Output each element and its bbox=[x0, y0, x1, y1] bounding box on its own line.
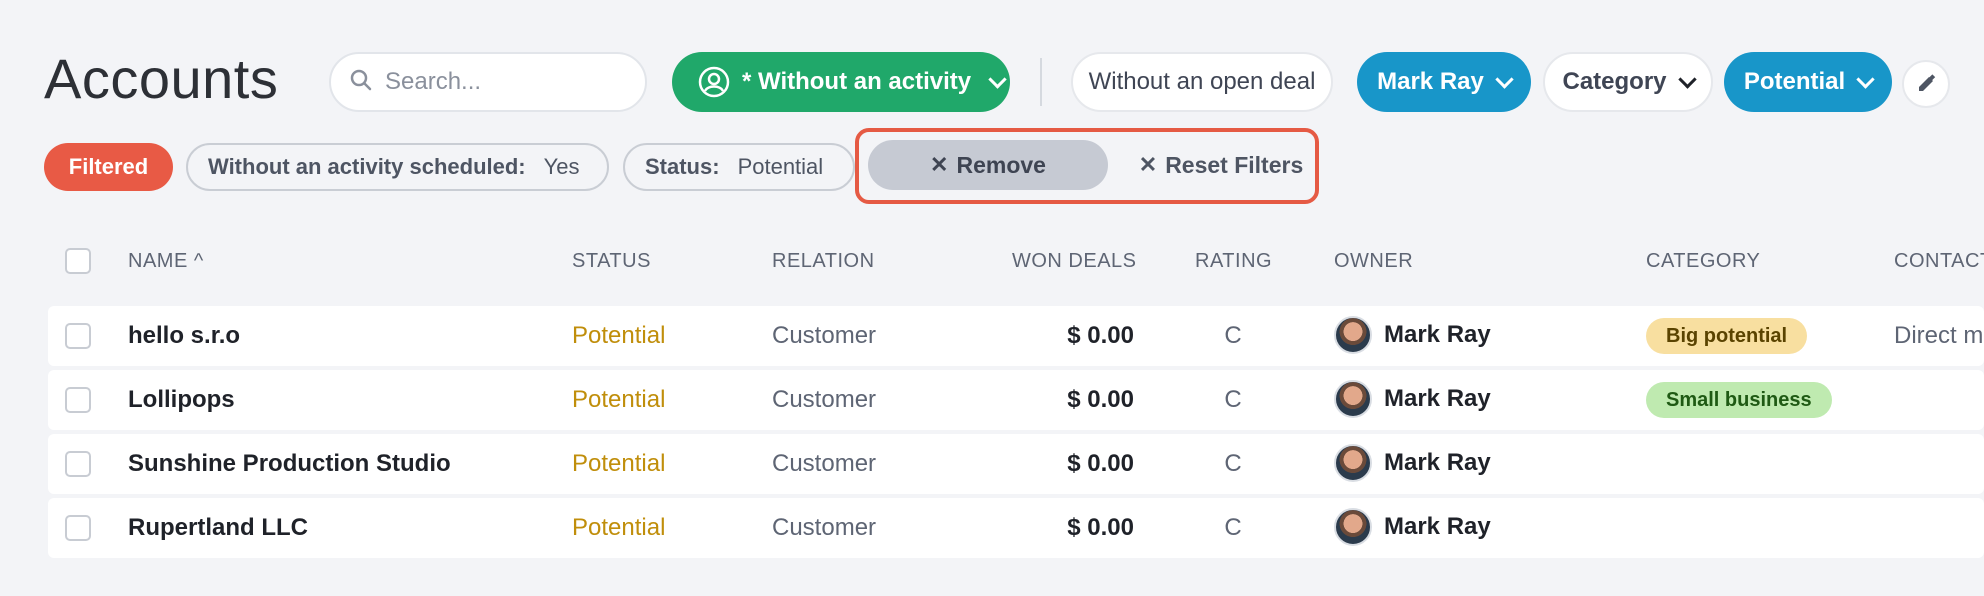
chevron-down-icon bbox=[1495, 69, 1514, 89]
close-icon: ✕ bbox=[930, 152, 949, 177]
owner-filter-label: Mark Ray bbox=[1377, 68, 1484, 95]
column-header-category[interactable]: CATEGORY bbox=[1646, 250, 1760, 273]
search-input[interactable] bbox=[383, 67, 627, 97]
reset-filters-button[interactable]: ✕ Reset Filters bbox=[1126, 140, 1316, 190]
row-checkbox[interactable] bbox=[65, 323, 91, 349]
row-name[interactable]: Rupertland LLC bbox=[128, 514, 308, 542]
chevron-down-icon bbox=[1677, 69, 1697, 89]
row-owner[interactable]: Mark Ray bbox=[1334, 444, 1491, 482]
row-status: Potential bbox=[572, 450, 666, 477]
avatar bbox=[1334, 316, 1372, 354]
open-deal-filter-button[interactable]: Without an open deal bbox=[1071, 52, 1333, 112]
row-rating: C bbox=[1224, 322, 1242, 349]
select-all-checkbox[interactable] bbox=[65, 248, 91, 274]
row-checkbox[interactable] bbox=[65, 451, 91, 477]
category-tag: Big potential bbox=[1646, 318, 1808, 354]
row-status: Potential bbox=[572, 386, 666, 413]
row-owner[interactable]: Mark Ray bbox=[1334, 380, 1491, 418]
header-divider bbox=[1040, 58, 1042, 106]
pencil-icon bbox=[1915, 73, 1937, 95]
chevron-down-icon bbox=[1856, 69, 1875, 89]
remove-filters-button[interactable]: ✕ Remove bbox=[868, 140, 1108, 190]
column-header-owner[interactable]: OWNER bbox=[1334, 250, 1413, 273]
search-icon bbox=[349, 68, 373, 97]
row-name[interactable]: Lollipops bbox=[128, 386, 235, 414]
filter-chip-key: Without an activity scheduled: bbox=[208, 154, 526, 179]
column-header-status[interactable]: STATUS bbox=[572, 250, 651, 273]
row-relation: Customer bbox=[772, 322, 877, 349]
category-tag: Small business bbox=[1646, 382, 1832, 418]
page-title: Accounts bbox=[44, 47, 279, 110]
column-header-contact[interactable]: CONTACT bbox=[1894, 250, 1984, 273]
row-owner[interactable]: Mark Ray bbox=[1334, 508, 1491, 546]
row-rating: C bbox=[1224, 386, 1242, 413]
row-won-deals: $ 0.00 bbox=[1067, 514, 1134, 541]
filtered-badge: Filtered bbox=[44, 143, 173, 191]
row-rating: C bbox=[1224, 514, 1242, 541]
row-won-deals: $ 0.00 bbox=[1067, 386, 1134, 413]
row-status: Potential bbox=[572, 322, 666, 349]
row-owner-name: Mark Ray bbox=[1384, 385, 1491, 412]
row-relation: Customer bbox=[772, 386, 877, 413]
row-checkbox[interactable] bbox=[65, 515, 91, 541]
row-won-deals: $ 0.00 bbox=[1067, 322, 1134, 349]
row-owner-name: Mark Ray bbox=[1384, 449, 1491, 476]
status-filter-label: Potential bbox=[1743, 68, 1846, 95]
open-deal-filter-label: Without an open deal bbox=[1088, 68, 1316, 95]
row-rating: C bbox=[1224, 450, 1242, 477]
chevron-down-icon bbox=[988, 69, 1007, 89]
status-filter-button[interactable]: Potential bbox=[1724, 52, 1892, 112]
filter-chip-value: Potential bbox=[737, 154, 824, 179]
row-won-deals: $ 0.00 bbox=[1067, 450, 1134, 477]
column-header-rating[interactable]: RATING bbox=[1195, 250, 1272, 273]
avatar bbox=[1334, 380, 1372, 418]
row-relation: Customer bbox=[772, 450, 877, 477]
activity-filter-label: * Without an activity bbox=[742, 68, 972, 95]
remove-filters-label: Remove bbox=[956, 151, 1046, 178]
row-checkbox[interactable] bbox=[65, 387, 91, 413]
activity-filter-button[interactable]: * Without an activity bbox=[672, 52, 1010, 112]
search-box[interactable] bbox=[329, 52, 647, 112]
owner-filter-button[interactable]: Mark Ray bbox=[1357, 52, 1531, 112]
user-circle-icon bbox=[698, 66, 730, 98]
column-header-relation[interactable]: RELATION bbox=[772, 250, 875, 273]
row-contact: Direct m bbox=[1894, 322, 1984, 349]
row-relation: Customer bbox=[772, 514, 877, 541]
avatar bbox=[1334, 508, 1372, 546]
avatar bbox=[1334, 444, 1372, 482]
row-name[interactable]: hello s.r.o bbox=[128, 322, 240, 350]
filter-chip-value: Yes bbox=[543, 154, 580, 179]
column-header-name[interactable]: NAME ^ bbox=[128, 250, 204, 273]
row-status: Potential bbox=[572, 514, 666, 541]
row-owner[interactable]: Mark Ray bbox=[1334, 316, 1491, 354]
row-name[interactable]: Sunshine Production Studio bbox=[128, 450, 451, 478]
filter-chip-status[interactable]: Status: Potential bbox=[623, 143, 855, 191]
category-filter-label: Category bbox=[1562, 68, 1667, 95]
edit-filters-button[interactable] bbox=[1902, 60, 1950, 108]
column-header-won-deals[interactable]: WON DEALS bbox=[1012, 250, 1137, 273]
row-owner-name: Mark Ray bbox=[1384, 321, 1491, 348]
category-filter-button[interactable]: Category bbox=[1543, 52, 1713, 112]
row-owner-name: Mark Ray bbox=[1384, 513, 1491, 540]
filter-chip-activity[interactable]: Without an activity scheduled: Yes bbox=[186, 143, 609, 191]
close-icon: ✕ bbox=[1138, 152, 1158, 177]
reset-filters-label: Reset Filters bbox=[1165, 151, 1304, 178]
filter-chip-key: Status: bbox=[645, 154, 720, 179]
